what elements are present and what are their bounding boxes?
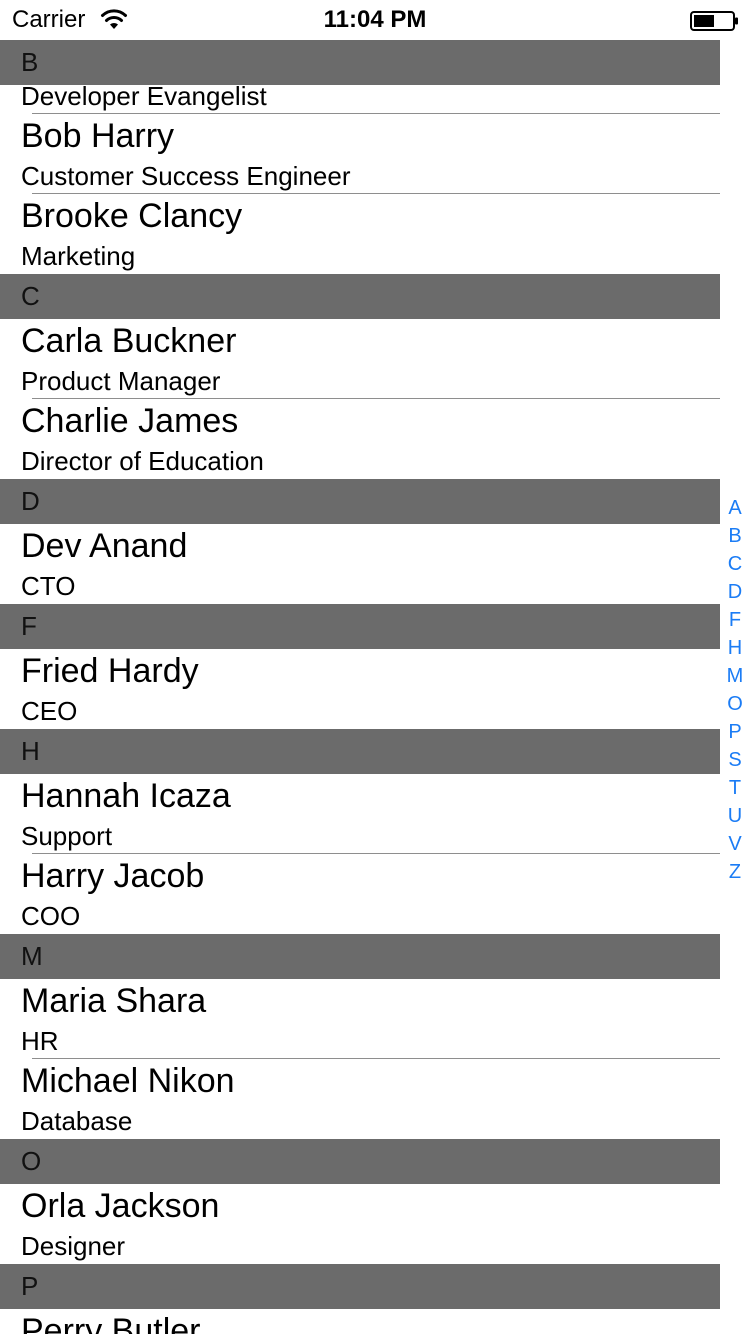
contact-title: Director of Education — [21, 446, 264, 476]
contact-name: Hannah Icaza — [21, 777, 231, 815]
contact-title: Product Manager — [21, 366, 221, 396]
contact-title: Marketing — [21, 241, 136, 271]
section-header-d: D — [0, 479, 720, 524]
contact-title: HR — [21, 1026, 59, 1056]
contact-name: Fried Hardy — [21, 652, 199, 690]
list-item[interactable]: Bob Harry Customer Success Engineer — [0, 114, 720, 194]
contact-name: Carla Buckner — [21, 322, 237, 360]
list-item[interactable]: Perry Butler — [0, 1309, 720, 1334]
index-letter-v[interactable]: V — [722, 830, 748, 858]
section-header-f: F — [0, 604, 720, 649]
section-header-letter: H — [21, 736, 40, 766]
section-header-letter: B — [21, 47, 39, 77]
contact-name: Michael Nikon — [21, 1062, 235, 1100]
status-time: 11:04 PM — [323, 6, 427, 33]
index-letter-u[interactable]: U — [722, 802, 748, 830]
section-index[interactable]: ABCDFHMOPSTUVZ — [722, 494, 748, 886]
contact-name: Bob Harry — [21, 117, 175, 155]
contact-title: Designer — [21, 1231, 126, 1261]
contact-title: CEO — [21, 696, 78, 726]
index-letter-o[interactable]: O — [722, 690, 748, 718]
list-item[interactable]: Developer Evangelist — [0, 81, 720, 114]
contact-name: Maria Shara — [21, 982, 207, 1020]
index-letter-m[interactable]: M — [722, 662, 748, 690]
contact-title: Developer Evangelist — [21, 81, 267, 111]
section-header-h: H — [0, 729, 720, 774]
index-letter-t[interactable]: T — [722, 774, 748, 802]
index-letter-z[interactable]: Z — [722, 858, 748, 886]
list-item[interactable]: Carla Buckner Product Manager — [0, 319, 720, 399]
contact-title: COO — [21, 901, 81, 931]
contact-name: Brooke Clancy — [21, 197, 243, 235]
section-header-letter: F — [21, 611, 37, 641]
contacts-screen: Carrier 11:04 PM B Developer Evangelist Bo… — [0, 0, 750, 1334]
contact-title: Customer Success Engineer — [21, 161, 351, 191]
section-header-p: P — [0, 1264, 720, 1309]
section-header-o: O — [0, 1139, 720, 1184]
contact-name: Perry Butler — [21, 1312, 201, 1334]
contact-name: Dev Anand — [21, 527, 188, 565]
contact-name: Charlie James — [21, 402, 239, 440]
index-letter-b[interactable]: B — [722, 522, 748, 550]
list-item[interactable]: Fried Hardy CEO — [0, 649, 720, 729]
index-letter-c[interactable]: C — [722, 550, 748, 578]
section-header-letter: P — [21, 1271, 39, 1301]
contact-title: Support — [21, 821, 113, 851]
index-letter-h[interactable]: H — [722, 634, 748, 662]
status-bar: Carrier 11:04 PM — [0, 0, 750, 40]
section-header-letter: O — [21, 1146, 42, 1176]
section-header-m: M — [0, 934, 720, 979]
contacts-list[interactable]: B Developer Evangelist Bob Harry Customer S… — [0, 40, 750, 1334]
contact-name: Harry Jacob — [21, 857, 205, 895]
list-item[interactable]: Hannah Icaza Support — [0, 774, 720, 854]
list-item[interactable]: Michael Nikon Database — [0, 1059, 720, 1139]
index-letter-d[interactable]: D — [722, 578, 748, 606]
section-header-letter: M — [21, 941, 43, 971]
list-item[interactable]: Dev Anand CTO — [0, 524, 720, 604]
list-item[interactable]: Harry Jacob COO — [0, 854, 720, 934]
list-item[interactable]: Maria Shara HR — [0, 979, 720, 1059]
section-header-b: B — [0, 40, 720, 85]
battery-icon — [690, 11, 738, 31]
list-item[interactable]: Charlie James Director of Education — [0, 399, 720, 479]
section-header-letter: C — [21, 281, 40, 311]
contact-name: Orla Jackson — [21, 1187, 220, 1225]
list-item[interactable]: Orla Jackson Designer — [0, 1184, 720, 1264]
index-letter-a[interactable]: A — [722, 494, 748, 522]
contact-title: CTO — [21, 571, 76, 601]
contact-title: Database — [21, 1106, 133, 1136]
section-header-letter: D — [21, 486, 40, 516]
section-header-c: C — [0, 274, 720, 319]
index-letter-f[interactable]: F — [722, 606, 748, 634]
list-item[interactable]: Brooke Clancy Marketing — [0, 194, 720, 274]
index-letter-s[interactable]: S — [722, 746, 748, 774]
index-letter-p[interactable]: P — [722, 718, 748, 746]
